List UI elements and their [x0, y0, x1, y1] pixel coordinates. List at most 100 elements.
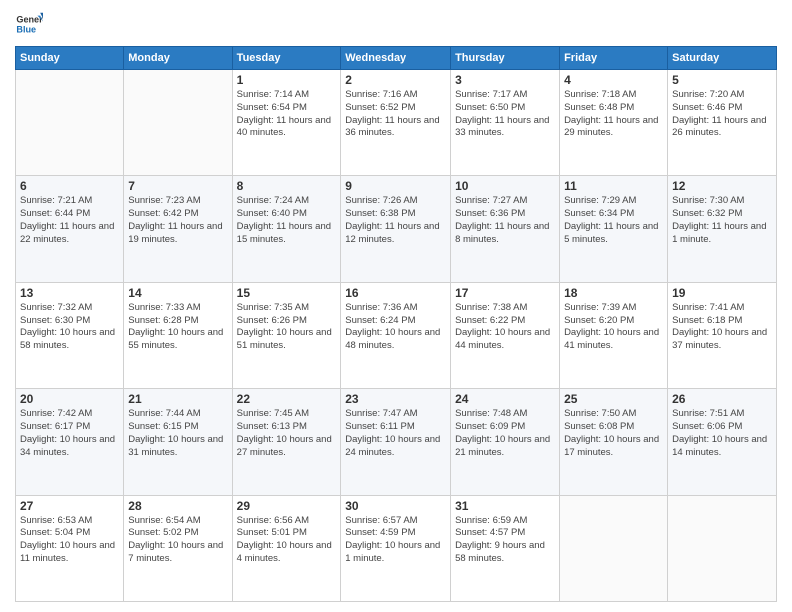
calendar-cell: 28Sunrise: 6:54 AM Sunset: 5:02 PM Dayli… [124, 495, 232, 601]
calendar-cell: 9 Sunrise: 7:26 AM Sunset: 6:38 PM Daylig… [341, 176, 451, 282]
day-number: 31 [455, 499, 555, 513]
calendar-cell: 4 Sunrise: 7:18 AM Sunset: 6:48 PM Daylig… [560, 70, 668, 176]
logo: General Blue [15, 10, 43, 38]
day-number: 28 [128, 499, 227, 513]
day-info: Sunrise: 7:32 AM Sunset: 6:30 PM Dayligh… [20, 302, 119, 353]
day-number: 8 [237, 179, 337, 193]
weekday-header-wednesday: Wednesday [341, 47, 451, 70]
page-header: General Blue [15, 10, 777, 38]
day-number: 4 [564, 73, 663, 87]
calendar-cell: 21Sunrise: 7:44 AM Sunset: 6:15 PM Dayli… [124, 389, 232, 495]
day-info: Sunrise: 6:53 AM Sunset: 5:04 PM Dayligh… [20, 515, 119, 566]
calendar-cell: 11 Sunrise: 7:29 AM Sunset: 6:34 PM Dayli… [560, 176, 668, 282]
calendar-cell: 31 Sunrise: 6:59 AM Sunset: 4:57 PM Dayli… [451, 495, 560, 601]
weekday-header-sunday: Sunday [16, 47, 124, 70]
day-info: Sunrise: 7:51 AM Sunset: 6:06 PM Dayligh… [672, 408, 772, 459]
day-info: Sunrise: 7:14 AM Sunset: 6:54 PM Dayligh… [237, 89, 337, 140]
day-number: 24 [455, 392, 555, 406]
day-info: Sunrise: 7:35 AM Sunset: 6:26 PM Dayligh… [237, 302, 337, 353]
calendar-cell: 16Sunrise: 7:36 AM Sunset: 6:24 PM Dayli… [341, 282, 451, 388]
calendar-cell: 30 Sunrise: 6:57 AM Sunset: 4:59 PM Dayli… [341, 495, 451, 601]
day-info: Sunrise: 7:47 AM Sunset: 6:11 PM Dayligh… [345, 408, 446, 459]
calendar-cell [560, 495, 668, 601]
day-number: 15 [237, 286, 337, 300]
day-number: 23 [345, 392, 446, 406]
day-number: 26 [672, 392, 772, 406]
weekday-header-friday: Friday [560, 47, 668, 70]
day-info: Sunrise: 7:20 AM Sunset: 6:46 PM Dayligh… [672, 89, 772, 140]
calendar-cell: 25 Sunrise: 7:50 AM Sunset: 6:08 PM Dayli… [560, 389, 668, 495]
day-info: Sunrise: 6:57 AM Sunset: 4:59 PM Dayligh… [345, 515, 446, 566]
calendar-cell: 3 Sunrise: 7:17 AM Sunset: 6:50 PM Daylig… [451, 70, 560, 176]
week-row-3: 13 Sunrise: 7:32 AM Sunset: 6:30 PM Dayli… [16, 282, 777, 388]
calendar-cell: 17Sunrise: 7:38 AM Sunset: 6:22 PM Dayli… [451, 282, 560, 388]
day-number: 25 [564, 392, 663, 406]
calendar-cell: 23 Sunrise: 7:47 AM Sunset: 6:11 PM Dayli… [341, 389, 451, 495]
calendar-cell: 12 Sunrise: 7:30 AM Sunset: 6:32 PM Dayli… [668, 176, 777, 282]
day-info: Sunrise: 6:56 AM Sunset: 5:01 PM Dayligh… [237, 515, 337, 566]
week-row-1: 1 Sunrise: 7:14 AM Sunset: 6:54 PM Daylig… [16, 70, 777, 176]
calendar-cell: 29 Sunrise: 6:56 AM Sunset: 5:01 PM Dayli… [232, 495, 341, 601]
day-number: 1 [237, 73, 337, 87]
calendar-cell: 24 Sunrise: 7:48 AM Sunset: 6:09 PM Dayli… [451, 389, 560, 495]
logo-icon: General Blue [15, 10, 43, 38]
day-info: Sunrise: 7:33 AM Sunset: 6:28 PM Dayligh… [128, 302, 227, 353]
day-info: Sunrise: 7:41 AM Sunset: 6:18 PM Dayligh… [672, 302, 772, 353]
day-info: Sunrise: 7:27 AM Sunset: 6:36 PM Dayligh… [455, 195, 555, 246]
day-info: Sunrise: 6:59 AM Sunset: 4:57 PM Dayligh… [455, 515, 555, 566]
calendar-cell: 26 Sunrise: 7:51 AM Sunset: 6:06 PM Dayli… [668, 389, 777, 495]
day-number: 2 [345, 73, 446, 87]
day-info: Sunrise: 7:44 AM Sunset: 6:15 PM Dayligh… [128, 408, 227, 459]
day-number: 14 [128, 286, 227, 300]
calendar-table: SundayMondayTuesdayWednesdayThursdayFrid… [15, 46, 777, 602]
day-info: Sunrise: 7:38 AM Sunset: 6:22 PM Dayligh… [455, 302, 555, 353]
day-number: 9 [345, 179, 446, 193]
day-number: 11 [564, 179, 663, 193]
day-number: 7 [128, 179, 227, 193]
day-info: Sunrise: 7:39 AM Sunset: 6:20 PM Dayligh… [564, 302, 663, 353]
day-number: 13 [20, 286, 119, 300]
calendar-cell: 2Sunrise: 7:16 AM Sunset: 6:52 PM Daylig… [341, 70, 451, 176]
weekday-header-row: SundayMondayTuesdayWednesdayThursdayFrid… [16, 47, 777, 70]
day-number: 12 [672, 179, 772, 193]
day-number: 30 [345, 499, 446, 513]
week-row-2: 6 Sunrise: 7:21 AM Sunset: 6:44 PM Daylig… [16, 176, 777, 282]
calendar-cell [16, 70, 124, 176]
day-info: Sunrise: 7:30 AM Sunset: 6:32 PM Dayligh… [672, 195, 772, 246]
day-info: Sunrise: 7:50 AM Sunset: 6:08 PM Dayligh… [564, 408, 663, 459]
day-number: 27 [20, 499, 119, 513]
day-info: Sunrise: 7:18 AM Sunset: 6:48 PM Dayligh… [564, 89, 663, 140]
calendar-cell: 10Sunrise: 7:27 AM Sunset: 6:36 PM Dayli… [451, 176, 560, 282]
calendar-cell: 20 Sunrise: 7:42 AM Sunset: 6:17 PM Dayli… [16, 389, 124, 495]
day-info: Sunrise: 7:17 AM Sunset: 6:50 PM Dayligh… [455, 89, 555, 140]
calendar-cell: 1 Sunrise: 7:14 AM Sunset: 6:54 PM Daylig… [232, 70, 341, 176]
calendar-cell: 15 Sunrise: 7:35 AM Sunset: 6:26 PM Dayli… [232, 282, 341, 388]
day-info: Sunrise: 7:42 AM Sunset: 6:17 PM Dayligh… [20, 408, 119, 459]
calendar-cell: 13 Sunrise: 7:32 AM Sunset: 6:30 PM Dayli… [16, 282, 124, 388]
day-number: 6 [20, 179, 119, 193]
calendar-cell: 6 Sunrise: 7:21 AM Sunset: 6:44 PM Daylig… [16, 176, 124, 282]
calendar-cell: 5Sunrise: 7:20 AM Sunset: 6:46 PM Daylig… [668, 70, 777, 176]
day-number: 22 [237, 392, 337, 406]
day-info: Sunrise: 7:29 AM Sunset: 6:34 PM Dayligh… [564, 195, 663, 246]
day-info: Sunrise: 7:24 AM Sunset: 6:40 PM Dayligh… [237, 195, 337, 246]
day-number: 3 [455, 73, 555, 87]
calendar-cell: 14 Sunrise: 7:33 AM Sunset: 6:28 PM Dayli… [124, 282, 232, 388]
day-number: 20 [20, 392, 119, 406]
week-row-5: 27 Sunrise: 6:53 AM Sunset: 5:04 PM Dayli… [16, 495, 777, 601]
calendar-cell [124, 70, 232, 176]
weekday-header-tuesday: Tuesday [232, 47, 341, 70]
day-number: 29 [237, 499, 337, 513]
day-info: Sunrise: 7:48 AM Sunset: 6:09 PM Dayligh… [455, 408, 555, 459]
weekday-header-saturday: Saturday [668, 47, 777, 70]
calendar-cell: 19 Sunrise: 7:41 AM Sunset: 6:18 PM Dayli… [668, 282, 777, 388]
day-number: 16 [345, 286, 446, 300]
calendar-cell: 8 Sunrise: 7:24 AM Sunset: 6:40 PM Daylig… [232, 176, 341, 282]
calendar-cell: 7Sunrise: 7:23 AM Sunset: 6:42 PM Daylig… [124, 176, 232, 282]
weekday-header-thursday: Thursday [451, 47, 560, 70]
day-info: Sunrise: 7:26 AM Sunset: 6:38 PM Dayligh… [345, 195, 446, 246]
svg-text:Blue: Blue [16, 24, 36, 34]
day-number: 19 [672, 286, 772, 300]
day-info: Sunrise: 7:45 AM Sunset: 6:13 PM Dayligh… [237, 408, 337, 459]
day-info: Sunrise: 7:21 AM Sunset: 6:44 PM Dayligh… [20, 195, 119, 246]
